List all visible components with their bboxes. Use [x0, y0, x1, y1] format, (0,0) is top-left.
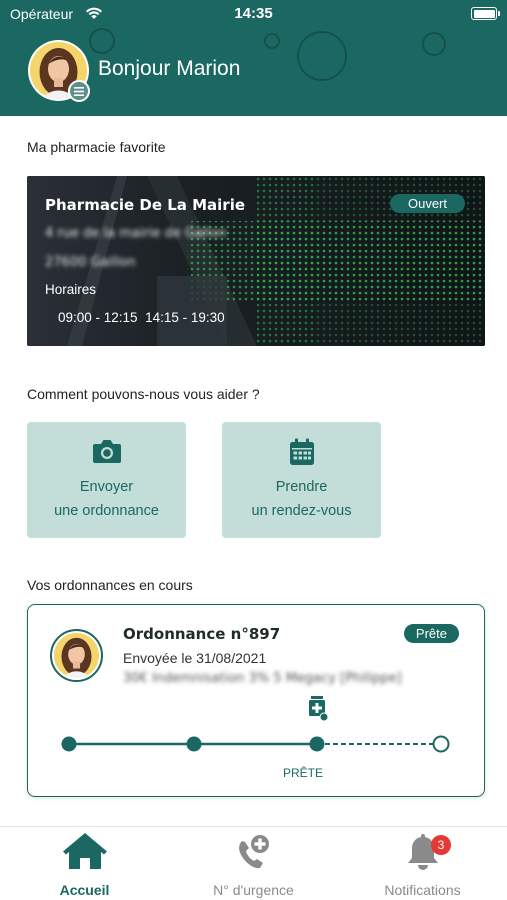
menu-icon[interactable]: [68, 80, 90, 102]
tile-label-line2: un rendez-vous: [251, 503, 352, 519]
prescription-number: Ordonnance n°897: [123, 625, 281, 643]
battery-icon: [471, 7, 500, 20]
tab-accueil[interactable]: Accueil: [0, 827, 169, 900]
tab-notifications[interactable]: 3 Notifications: [338, 827, 507, 900]
camera-icon: [27, 438, 186, 468]
pharmacy-address-line2: 27600 Gaillon: [45, 255, 136, 270]
ready-status-badge: Prête: [403, 624, 459, 643]
prescriptions-heading: Vos ordonnances en cours: [27, 577, 193, 593]
tab-label: N° d'urgence: [213, 882, 294, 898]
pharmacy-hours-label: Horaires: [45, 282, 97, 297]
prescription-sent-date: Envoyée le 31/08/2021: [123, 650, 267, 666]
progress-step-pending: [432, 735, 450, 753]
decor-bubble: [89, 28, 115, 54]
greeting-title: Bonjour Marion: [98, 57, 241, 80]
tile-label-line1: Prendre: [275, 479, 328, 495]
prescription-status-label: PRÊTE: [282, 766, 323, 780]
decor-bubble: [297, 31, 347, 81]
calendar-icon: [222, 438, 381, 468]
prescription-card[interactable]: Ordonnance n°897 Envoyée le 31/08/2021 3…: [27, 604, 485, 797]
bottom-tab-bar: Accueil N° d'urgence 3 Notifications: [0, 826, 507, 900]
tab-label: Notifications: [384, 882, 461, 898]
favorite-pharmacy-card[interactable]: Pharmacie De La Mairie 4 rue de la mairi…: [27, 176, 485, 346]
book-appointment-button[interactable]: Prendre un rendez-vous: [222, 422, 381, 538]
tile-label-line1: Envoyer: [79, 479, 134, 495]
send-prescription-button[interactable]: Envoyer une ordonnance: [27, 422, 186, 538]
emergency-phone-icon: [169, 833, 338, 873]
decor-bubble: [264, 33, 280, 49]
prescription-progress-tracker: [61, 696, 450, 753]
help-heading: Comment pouvons-nous vous aider ?: [27, 386, 260, 402]
home-icon: [0, 833, 169, 873]
bell-icon: [338, 833, 507, 873]
progress-step-done: [186, 736, 202, 752]
app-header: Opérateur 14:35 Bonjour Marion: [0, 0, 507, 116]
progress-step-current: [309, 736, 325, 752]
progress-step-done: [61, 736, 77, 752]
tile-label-line2: une ordonnance: [54, 503, 159, 519]
pharmacy-address-line1: 4 rue de la mairie de Gallon: [45, 226, 227, 241]
open-status-badge: Ouvert: [389, 194, 465, 213]
clock: 14:35: [234, 5, 273, 22]
tab-urgence[interactable]: N° d'urgence: [169, 827, 338, 900]
pharmacy-name: Pharmacie De La Mairie: [45, 196, 246, 214]
pharmacy-bag-icon: [309, 696, 329, 722]
status-bar: Opérateur 14:35: [0, 0, 507, 30]
notification-count-badge: 3: [431, 835, 451, 855]
favorite-pharmacy-heading: Ma pharmacie favorite: [27, 139, 166, 155]
prescription-avatar: [50, 629, 103, 682]
decor-bubble: [422, 32, 446, 56]
prescription-details: 30€ Indemnisation 3% 5 Megacy [Philippe]: [123, 671, 402, 686]
pharmacy-hours: 09:00 - 12:15 14:15 - 19:30: [58, 310, 225, 325]
tab-label: Accueil: [59, 882, 110, 898]
